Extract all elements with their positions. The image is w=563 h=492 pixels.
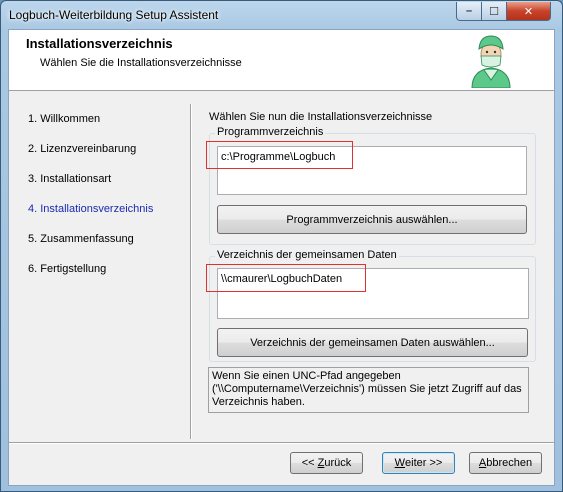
step-item: 1. Willkommen	[28, 113, 101, 125]
cancel-accesskey: A	[478, 457, 487, 469]
highlight-box	[206, 264, 366, 292]
setup-window: Logbuch-Weiterbildung Setup Assistent – …	[0, 0, 563, 492]
program-directory-label: Programmverzeichnis	[215, 126, 326, 138]
vertical-divider	[190, 104, 192, 439]
page-title: Installationsverzeichnis	[26, 36, 173, 51]
select-program-directory-button[interactable]: Programmverzeichnis auswählen...	[217, 205, 527, 234]
maximize-button[interactable]: ☐	[481, 2, 507, 21]
intro-text: Wählen Sie nun die Installationsverzeich…	[209, 111, 433, 123]
wizard-header: Installationsverzeichnis Wählen Sie die …	[9, 30, 554, 91]
close-button[interactable]: ✕	[506, 2, 551, 21]
cancel-label: bbrechen	[486, 457, 533, 469]
steps-list: 1. Willkommen 2. Lizenzvereinbarung 3. I…	[28, 112, 178, 292]
unc-path-note: Wenn Sie einen UNC-Pfad angegeben ('\\Co…	[208, 367, 529, 413]
next-button[interactable]: Weiter >>	[382, 452, 455, 474]
cancel-button[interactable]: Abbrechen	[469, 452, 542, 474]
page-subtitle: Wählen Sie die Installationsverzeichniss…	[40, 57, 242, 69]
doctor-icon	[471, 35, 511, 88]
back-label: urück	[324, 457, 352, 469]
back-prefix: <<	[301, 457, 318, 469]
step-item-active: 4. Installationsverzeichnis	[28, 203, 154, 215]
window-title: Logbuch-Weiterbildung Setup Assistent	[9, 8, 219, 22]
select-shared-data-directory-button[interactable]: Verzeichnis der gemeinsamen Daten auswäh…	[217, 328, 528, 357]
title-bar[interactable]: Logbuch-Weiterbildung Setup Assistent – …	[1, 1, 562, 29]
highlight-box	[206, 141, 353, 169]
shared-data-directory-label: Verzeichnis der gemeinsamen Daten	[215, 249, 399, 261]
footer-divider	[9, 442, 554, 444]
minimize-button[interactable]: –	[456, 2, 482, 21]
step-item: 5. Zusammenfassung	[28, 233, 134, 245]
wizard-client-area: Installationsverzeichnis Wählen Sie die …	[8, 29, 555, 486]
step-item: 6. Fertigstellung	[28, 263, 107, 275]
next-label: eiter >>	[405, 457, 443, 469]
back-accesskey: Z	[317, 457, 325, 469]
next-accesskey: W	[394, 457, 406, 469]
step-item: 2. Lizenzvereinbarung	[28, 143, 137, 155]
back-button[interactable]: << Zurück	[290, 452, 363, 474]
step-item: 3. Installationsart	[28, 173, 112, 185]
